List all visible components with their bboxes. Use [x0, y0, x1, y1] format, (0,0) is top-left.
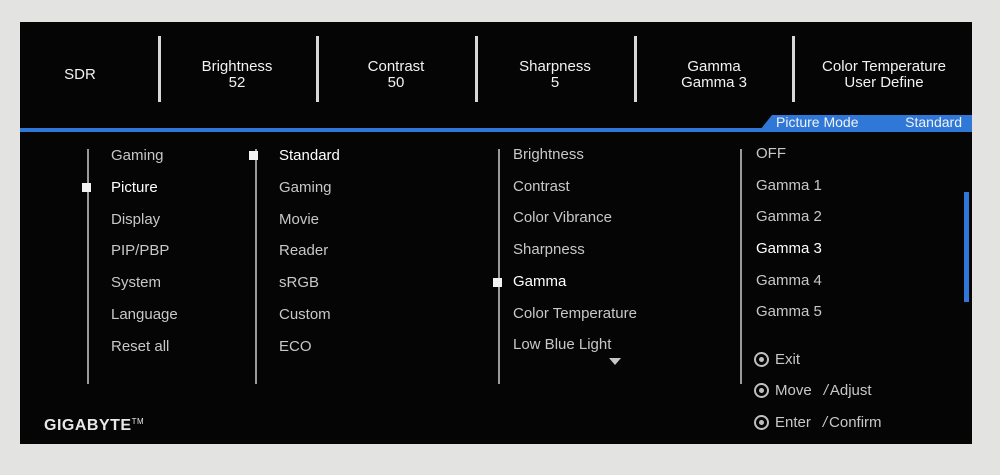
guide-exit: Exit — [754, 349, 800, 369]
status-value: 5 — [550, 74, 560, 91]
status-label: Gamma — [687, 58, 741, 75]
setting-sharpness[interactable]: Sharpness — [513, 240, 585, 260]
menu-item-gaming[interactable]: Gaming — [111, 146, 164, 166]
picture-mode-movie[interactable]: Movie — [279, 210, 319, 230]
guide-adjust-label: Adjust — [829, 381, 872, 399]
status-label: Sharpness — [519, 58, 591, 75]
column-divider — [740, 149, 742, 384]
picture-mode-eco[interactable]: ECO — [279, 337, 312, 357]
scrollbar[interactable] — [964, 192, 969, 302]
gigabyte-logo: GIGABYTETM — [44, 417, 144, 435]
status-label: Color Temperature — [822, 58, 946, 75]
joystick-icon — [754, 382, 769, 398]
selection-marker — [82, 183, 91, 192]
menu-item-language[interactable]: Language — [111, 305, 178, 325]
picture-mode-reader[interactable]: Reader — [279, 241, 328, 261]
picture-mode-custom[interactable]: Custom — [279, 305, 331, 325]
gamma-option-1[interactable]: Gamma 1 — [756, 176, 822, 196]
column-divider — [255, 149, 257, 384]
status-divider — [634, 36, 637, 102]
status-hdr-mode: SDR — [50, 22, 110, 128]
status-sharpness: Sharpness 5 — [479, 22, 631, 128]
joystick-icon — [754, 351, 769, 367]
status-bar: SDR Brightness 52 Contrast 50 Sharpness … — [20, 22, 972, 128]
menu-item-reset-all[interactable]: Reset all — [111, 337, 169, 357]
status-contrast: Contrast 50 — [320, 22, 472, 128]
setting-color-temperature[interactable]: Color Temperature — [513, 304, 637, 324]
brand-trademark: TM — [131, 417, 145, 426]
status-divider — [475, 36, 478, 102]
guide-confirm-label: Confirm — [829, 413, 882, 431]
status-divider — [316, 36, 319, 102]
menu-item-pip-pbp[interactable]: PIP/PBP — [111, 241, 169, 261]
chevron-down-icon[interactable] — [609, 358, 621, 365]
guide-slash: / — [822, 413, 828, 431]
header-divider — [20, 128, 972, 132]
menu-item-system[interactable]: System — [111, 273, 161, 293]
setting-gamma[interactable]: Gamma — [513, 272, 566, 292]
menu-item-picture[interactable]: Picture — [111, 178, 158, 198]
status-label: Brightness — [201, 58, 273, 75]
column-divider — [498, 149, 500, 384]
status-value: 52 — [228, 74, 246, 91]
selection-marker — [493, 278, 502, 287]
selection-marker — [249, 151, 258, 160]
setting-color-vibrance[interactable]: Color Vibrance — [513, 208, 612, 228]
guide-enter-label: Enter — [775, 413, 811, 431]
status-value: 50 — [387, 74, 405, 91]
guide-slash: / — [823, 381, 828, 399]
gamma-option-5[interactable]: Gamma 5 — [756, 302, 822, 322]
guide-move-adjust: Move / Adjust — [754, 380, 872, 400]
gamma-option-3[interactable]: Gamma 3 — [756, 239, 822, 259]
guide-enter-confirm: Enter / Confirm — [754, 412, 882, 432]
guide-exit-label: Exit — [775, 350, 801, 368]
status-value: Gamma 3 — [681, 74, 747, 91]
guide-move-label: Move — [775, 381, 812, 399]
picture-mode-gaming[interactable]: Gaming — [279, 178, 332, 198]
setting-brightness[interactable]: Brightness — [513, 145, 584, 165]
status-divider — [792, 36, 795, 102]
setting-low-blue-light[interactable]: Low Blue Light — [513, 335, 611, 355]
status-brightness: Brightness 52 — [162, 22, 312, 128]
gamma-option-2[interactable]: Gamma 2 — [756, 207, 822, 227]
brand-name: GIGABYTE — [44, 417, 132, 434]
monitor-osd: SDR Brightness 52 Contrast 50 Sharpness … — [20, 22, 972, 444]
gamma-option-off[interactable]: OFF — [756, 144, 786, 164]
status-color-temperature: Color Temperature User Define — [796, 22, 972, 128]
status-value: User Define — [844, 74, 924, 91]
status-gamma: Gamma Gamma 3 — [638, 22, 790, 128]
status-label: SDR — [64, 66, 96, 83]
status-label: Contrast — [367, 58, 425, 75]
picture-mode-standard[interactable]: Standard — [279, 146, 340, 166]
setting-contrast[interactable]: Contrast — [513, 177, 570, 197]
menu-item-display[interactable]: Display — [111, 210, 160, 230]
picture-mode-srgb[interactable]: sRGB — [279, 273, 319, 293]
gamma-option-4[interactable]: Gamma 4 — [756, 271, 822, 291]
joystick-icon — [754, 414, 769, 430]
status-divider — [158, 36, 161, 102]
